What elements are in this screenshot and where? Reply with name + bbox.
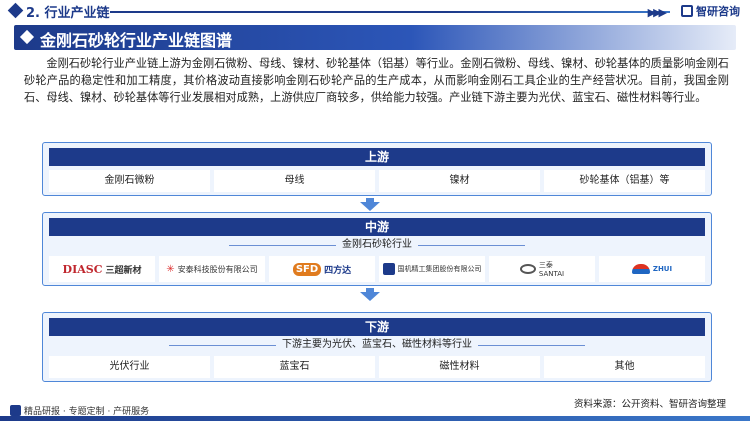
upstream-item: 金刚石微粉 <box>49 170 210 192</box>
title-band: 金刚石砂轮行业产业链图谱 <box>14 25 736 50</box>
midstream-subtitle-row: 金刚石砂轮行业 <box>49 236 705 254</box>
diasc-logo: DIASC 三超新材 <box>49 256 155 282</box>
header-divider <box>110 11 670 13</box>
santai-logo: 三泰 SANTAI <box>489 256 595 282</box>
chevron-icons: ▶▶▶ <box>647 6 667 19</box>
downstream-item: 磁性材料 <box>379 356 540 378</box>
midstream-panel: 中游 金刚石砂轮行业 DIASC 三超新材 ✳ 安泰科技股份有限公司 SFD 四方达 … <box>42 212 712 286</box>
downstream-items: 光伏行业 蓝宝石 磁性材料 其他 <box>49 356 705 378</box>
company-logos: DIASC 三超新材 ✳ 安泰科技股份有限公司 SFD 四方达 国机精工集团股份有限公… <box>49 256 705 282</box>
brand-name: 智研咨询 <box>696 5 740 18</box>
brand: 智研咨询 <box>681 3 740 19</box>
guoji-name: 国机精工集团股份有限公司 <box>397 265 482 273</box>
footer-logo-icon <box>10 405 21 416</box>
upstream-label: 上游 <box>49 148 705 166</box>
section-title: 2. 行业产业链 <box>26 6 110 21</box>
downstream-label: 下游 <box>49 318 705 336</box>
guoji-logo: 国机精工集团股份有限公司 <box>379 256 485 282</box>
downstream-subtitle: 下游主要为光伏、蓝宝石、磁性材料等行业 <box>276 339 478 350</box>
upstream-panel: 上游 金刚石微粉 母线 镍材 砂轮基体（铝基）等 <box>42 142 712 196</box>
upstream-items: 金刚石微粉 母线 镍材 砂轮基体（铝基）等 <box>49 170 705 192</box>
page-title: 金刚石砂轮行业产业链图谱 <box>40 31 233 50</box>
midstream-subtitle: 金刚石砂轮行业 <box>336 239 418 250</box>
midstream-label: 中游 <box>49 218 705 236</box>
zhui-logo: ZHUI <box>599 256 705 282</box>
bottom-bar <box>0 416 750 421</box>
section-diamond-icon <box>7 2 24 19</box>
downstream-panel: 下游 下游主要为光伏、蓝宝石、磁性材料等行业 光伏行业 蓝宝石 磁性材料 其他 <box>42 312 712 382</box>
antai-logo: ✳ 安泰科技股份有限公司 <box>159 256 265 282</box>
upstream-item: 砂轮基体（铝基）等 <box>544 170 705 192</box>
downstream-item: 其他 <box>544 356 705 378</box>
source-note: 资料来源：公开资料、智研咨询整理 <box>573 399 726 410</box>
top-header: 2. 行业产业链 ▶▶▶ 智研咨询 <box>0 0 750 24</box>
downstream-item: 蓝宝石 <box>214 356 375 378</box>
down-arrow-icon <box>360 202 380 211</box>
brand-logo-icon <box>681 5 693 17</box>
down-arrow-icon <box>360 292 380 301</box>
downstream-item: 光伏行业 <box>49 356 210 378</box>
sfd-logo: SFD 四方达 <box>269 256 375 282</box>
downstream-subtitle-row: 下游主要为光伏、蓝宝石、磁性材料等行业 <box>49 336 705 354</box>
intro-paragraph: 金刚石砂轮行业产业链上游为金刚石微粉、母线、镍材、砂轮基体（铝基）等行业。金刚石… <box>24 57 729 104</box>
upstream-item: 母线 <box>214 170 375 192</box>
antai-name: 安泰科技股份有限公司 <box>177 264 258 274</box>
upstream-item: 镍材 <box>379 170 540 192</box>
title-diamond-icon <box>19 29 35 45</box>
